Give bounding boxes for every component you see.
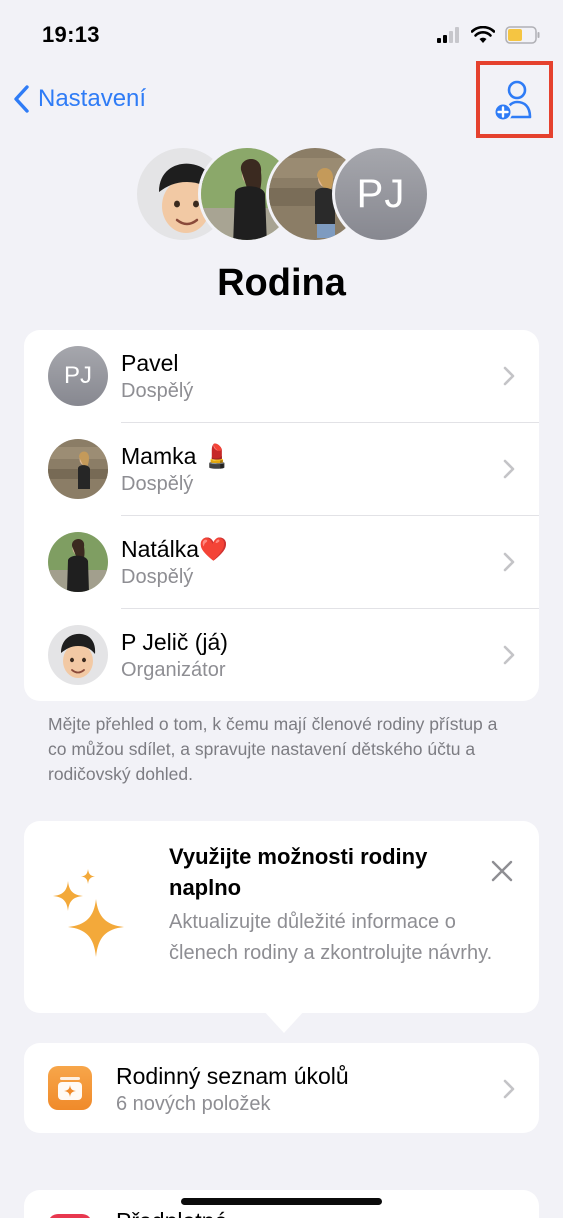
- member-avatar: [48, 625, 108, 685]
- member-name: P Jelič (já): [121, 629, 228, 655]
- add-member-button[interactable]: [476, 61, 553, 138]
- status-bar: 19:13: [0, 0, 563, 70]
- nav-bar: Nastavení: [0, 61, 563, 138]
- member-name: Pavel: [121, 350, 179, 376]
- pj-avatar: PJ: [332, 145, 430, 243]
- chevron-right-icon: [503, 552, 515, 572]
- chevron-right-icon: [503, 1079, 515, 1099]
- status-time: 19:13: [42, 22, 100, 47]
- cellular-signal-icon: [437, 27, 459, 43]
- member-name: Mamka 💄: [121, 443, 232, 469]
- member-avatar: PJ: [48, 346, 108, 406]
- checklist-subtitle: 6 nových položek: [116, 1093, 271, 1115]
- wifi-icon: [471, 26, 495, 43]
- chevron-right-icon: [503, 645, 515, 665]
- chevron-right-icon: [503, 366, 515, 386]
- member-role: Dospělý: [121, 566, 194, 588]
- checklist-icon: [48, 1066, 92, 1110]
- chevron-right-icon: [503, 459, 515, 479]
- battery-icon: [505, 26, 540, 44]
- status-icons: [437, 24, 541, 46]
- person-add-icon: [493, 80, 531, 121]
- sparkles-icon: [53, 869, 124, 957]
- chevron-left-icon: [14, 85, 29, 113]
- subscriptions-title: Předplatné: [116, 1208, 227, 1218]
- member-role: Organizátor: [121, 659, 226, 681]
- promo-card: Využijte možnosti rodiny naplno Aktualiz…: [24, 821, 539, 1013]
- member-role: Dospělý: [121, 473, 194, 495]
- back-button[interactable]: Nastavení: [12, 80, 146, 118]
- member-name: Natálka❤️: [121, 536, 228, 562]
- member-row-natalka[interactable]: Natálka❤️ Dospělý: [24, 516, 539, 608]
- member-role: Dospělý: [121, 380, 194, 402]
- home-indicator[interactable]: [181, 1198, 382, 1205]
- close-icon[interactable]: [488, 857, 516, 885]
- family-avatars: PJ: [134, 145, 434, 245]
- promo-title: Využijte možnosti rodiny naplno: [169, 844, 428, 900]
- page-title: Rodina: [217, 262, 346, 304]
- member-row-mamka[interactable]: Mamka 💄 Dospělý: [24, 423, 539, 515]
- member-row-pavel[interactable]: PJ Pavel Dospělý: [24, 330, 539, 422]
- subscriptions-icon: [48, 1214, 92, 1218]
- member-row-me[interactable]: P Jelič (já) Organizátor: [24, 609, 539, 701]
- checklist-title: Rodinný seznam úkolů: [116, 1063, 349, 1089]
- member-avatar: [48, 532, 108, 592]
- members-list: PJ Pavel Dospělý Mamka 💄 Dospělý Natálka…: [24, 330, 539, 701]
- members-footnote: Mějte přehled o tom, k čemu mají členové…: [48, 714, 498, 784]
- back-label: Nastavení: [38, 85, 147, 112]
- member-avatar: [48, 439, 108, 499]
- family-checklist-row[interactable]: Rodinný seznam úkolů 6 nových položek: [24, 1043, 539, 1133]
- promo-description: Aktualizujte důležité informace o členec…: [169, 911, 493, 964]
- promo-pointer: [262, 1009, 306, 1033]
